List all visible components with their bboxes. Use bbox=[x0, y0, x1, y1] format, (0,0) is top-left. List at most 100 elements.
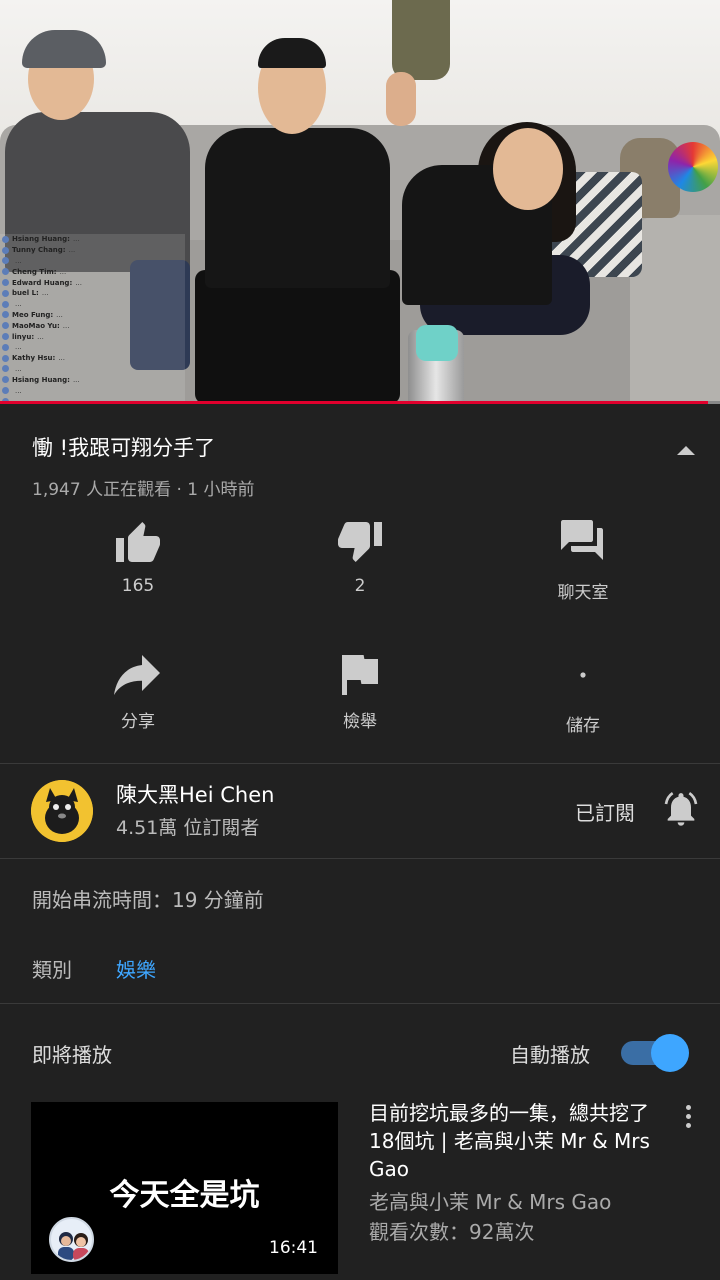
chat-message: Kathy Hsu:... bbox=[0, 353, 185, 364]
up-next-thumbnail[interactable]: 今天全是坑 16:41 bbox=[31, 1102, 338, 1274]
like-button[interactable]: 165 bbox=[38, 520, 238, 596]
up-next-channel: 老高與小茉 Mr & Mrs Gao bbox=[369, 1190, 612, 1214]
chat-author: Meo Fung: bbox=[12, 310, 54, 319]
chat-author: buel L: bbox=[12, 289, 39, 298]
channel-avatar[interactable] bbox=[31, 780, 93, 842]
chat-text: ... bbox=[15, 386, 22, 395]
chat-avatar-icon bbox=[2, 343, 9, 351]
report-label: 檢舉 bbox=[343, 712, 377, 732]
progress-bar-played[interactable] bbox=[0, 401, 708, 404]
stream-start-time: 開始串流時間：19 分鐘前 bbox=[32, 888, 264, 912]
chat-author: Hsiang Huang: bbox=[12, 235, 70, 244]
chat-text: ... bbox=[15, 343, 22, 352]
chat-avatar-icon bbox=[2, 333, 9, 341]
chat-label: 聊天室 bbox=[557, 583, 609, 603]
chat-avatar-icon bbox=[2, 322, 9, 330]
chat-text: ... bbox=[15, 300, 22, 309]
chat-avatar-icon bbox=[2, 365, 9, 373]
chat-author: Tunny Chang: bbox=[12, 246, 66, 255]
chat-avatar-icon bbox=[2, 387, 9, 395]
chat-text: ... bbox=[59, 267, 67, 276]
chat-avatar-icon bbox=[2, 235, 9, 243]
chat-author: MaoMao Yu: bbox=[12, 321, 60, 330]
autoplay-toggle-knob[interactable] bbox=[651, 1034, 689, 1072]
chat-text: ... bbox=[37, 332, 44, 341]
thumbnail-text: 今天全是坑 bbox=[109, 1178, 260, 1213]
chat-text: ... bbox=[62, 321, 70, 330]
divider bbox=[0, 1003, 720, 1004]
chat-avatar-icon bbox=[2, 311, 9, 319]
chat-message: ... bbox=[0, 385, 185, 396]
like-count: 165 bbox=[121, 576, 155, 596]
chat-text: ... bbox=[15, 256, 22, 265]
share-label: 分享 bbox=[121, 712, 155, 732]
chat-avatar-icon bbox=[2, 268, 9, 276]
video-frame-person bbox=[205, 128, 390, 288]
chat-message: Hsiang Huang:... bbox=[0, 374, 185, 385]
live-chat-overlay: Hsiang Huang:... Tunny Chang:...... Cheng … bbox=[0, 234, 185, 404]
chat-message: Edward Huang:... bbox=[0, 277, 185, 288]
chat-text: ... bbox=[72, 235, 80, 244]
chat-avatar-icon bbox=[2, 354, 9, 362]
divider bbox=[0, 763, 720, 764]
channel-name[interactable]: 陳大黑Hei Chen bbox=[116, 779, 274, 809]
chat-text: ... bbox=[58, 354, 65, 363]
chat-message: buel L:... bbox=[0, 288, 185, 299]
chat-avatar-icon bbox=[2, 257, 9, 265]
video-frame-lollipop bbox=[668, 142, 718, 192]
category-label: 類別 bbox=[32, 958, 72, 982]
chat-message: ... bbox=[0, 364, 185, 375]
couple-avatar-icon bbox=[58, 1232, 89, 1260]
video-duration: 16:41 bbox=[269, 1238, 318, 1258]
chat-author: Hsiang Huang: bbox=[12, 375, 70, 384]
chat-author: Edward Huang: bbox=[12, 278, 73, 287]
more-options-icon[interactable] bbox=[684, 1105, 692, 1128]
save-label: 儲存 bbox=[566, 716, 600, 736]
divider bbox=[0, 858, 720, 859]
progress-bar-remaining[interactable] bbox=[708, 401, 720, 404]
up-next-title[interactable]: 目前挖坑最多的一集，總共挖了18個坑 | 老高與小茉 Mr & Mrs Gao bbox=[369, 1099, 659, 1183]
chat-avatar-icon bbox=[2, 300, 9, 308]
subscriber-count: 4.51萬 位訂閱者 bbox=[116, 817, 260, 839]
category-link[interactable]: 娛樂 bbox=[116, 954, 156, 983]
chat-avatar-icon bbox=[2, 289, 9, 297]
chat-message: ... bbox=[0, 256, 185, 267]
video-player[interactable]: Hsiang Huang:... Tunny Chang:...... Cheng … bbox=[0, 0, 720, 404]
chat-button[interactable]: 聊天室 bbox=[483, 520, 683, 603]
chat-message: ... bbox=[0, 299, 185, 310]
thumbnail-avatar bbox=[49, 1217, 94, 1262]
chat-author: Cheng Tim: bbox=[12, 267, 57, 276]
chat-text: ... bbox=[15, 364, 22, 373]
chat-message: MaoMao Yu:... bbox=[0, 320, 185, 331]
video-title-row[interactable]: 慟 !我跟可翔分手了 bbox=[32, 430, 692, 464]
chat-message: Cheng Tim:... bbox=[0, 266, 185, 277]
share-button[interactable]: 分享 bbox=[38, 655, 238, 732]
chat-message: Hsiang Huang:... bbox=[0, 234, 185, 245]
save-icon bbox=[580, 672, 586, 678]
thumbs-up-icon bbox=[116, 522, 160, 562]
chat-text: ... bbox=[75, 278, 82, 287]
chat-avatar-icon bbox=[2, 246, 9, 254]
report-button[interactable]: 檢舉 bbox=[260, 655, 460, 732]
notification-bell-icon[interactable] bbox=[661, 789, 701, 833]
video-title: 慟 !我跟可翔分手了 bbox=[32, 436, 216, 460]
save-button[interactable]: 儲存 bbox=[483, 655, 683, 736]
chat-text: ... bbox=[41, 289, 49, 298]
chat-author: linyu: bbox=[12, 332, 35, 341]
dislike-button[interactable]: 2 bbox=[260, 520, 460, 596]
chat-message: linyu:... bbox=[0, 331, 185, 342]
chat-icon bbox=[561, 520, 603, 560]
chat-text: ... bbox=[56, 310, 63, 319]
subscribed-button[interactable]: 已訂閱 bbox=[575, 797, 635, 826]
up-next-views: 觀看次數：92萬次 bbox=[369, 1220, 535, 1244]
chat-message: Meo Fung:... bbox=[0, 310, 185, 321]
autoplay-label: 自動播放 bbox=[510, 1043, 590, 1067]
chat-author: Kathy Hsu: bbox=[12, 354, 56, 363]
collapse-chevron-icon[interactable] bbox=[677, 446, 695, 455]
video-meta: 1,947 人正在觀看 · 1 小時前 bbox=[32, 480, 255, 500]
chat-text: ... bbox=[72, 375, 80, 384]
up-next-heading: 即將播放 bbox=[32, 1043, 112, 1067]
dislike-count: 2 bbox=[354, 576, 366, 596]
flag-icon bbox=[342, 655, 378, 695]
dog-avatar-icon bbox=[31, 780, 93, 842]
